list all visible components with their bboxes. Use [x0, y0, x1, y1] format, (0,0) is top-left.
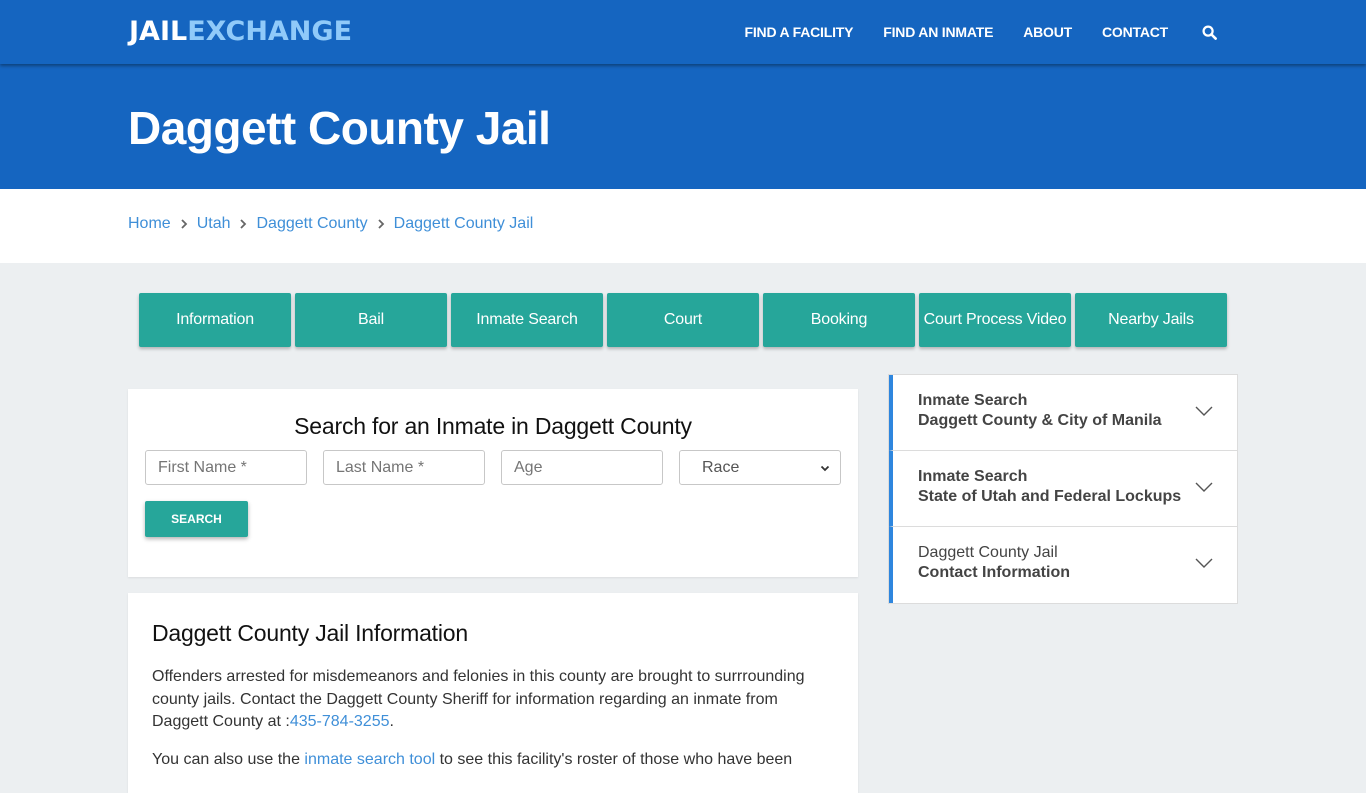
accordion-item-title: Daggett County Jail: [918, 544, 1058, 561]
tab-nearby-jails[interactable]: Nearby Jails: [1075, 293, 1227, 347]
info-paragraph-2: You can also use the inmate search tool …: [152, 749, 822, 772]
page-title: Daggett County Jail: [128, 102, 551, 154]
nav-find-facility[interactable]: FIND A FACILITY: [745, 24, 854, 40]
last-name-input[interactable]: [323, 450, 485, 485]
inmate-search-tool-link[interactable]: inmate search tool: [304, 751, 435, 768]
breadcrumb-jail[interactable]: Daggett County Jail: [394, 215, 534, 233]
info-text: Offenders arrested for misdemeanors and …: [152, 668, 805, 730]
first-name-input[interactable]: [145, 450, 307, 485]
main-nav: FIND A FACILITY FIND AN INMATE ABOUT CON…: [715, 0, 1218, 64]
chevron-down-icon: [1195, 406, 1213, 416]
accordion-item-subtitle: Contact Information: [918, 564, 1070, 581]
page-hero: Daggett County Jail: [0, 64, 1366, 189]
info-text: You can also use the: [152, 751, 305, 768]
phone-link[interactable]: 435-784-3255: [290, 713, 390, 730]
breadcrumb-utah[interactable]: Utah: [197, 215, 231, 233]
chevron-right-icon: [180, 218, 188, 230]
accordion-item-title: Inmate Search: [918, 468, 1028, 485]
nav-contact[interactable]: CONTACT: [1102, 24, 1168, 40]
breadcrumb: Home Utah Daggett County Daggett County …: [128, 215, 533, 233]
tab-court-process-video[interactable]: Court Process Video: [919, 293, 1071, 347]
site-logo[interactable]: JAILEXCHANGE: [129, 16, 352, 48]
top-navbar: JAILEXCHANGE FIND A FACILITY FIND AN INM…: [0, 0, 1366, 64]
accordion-item-contact-information[interactable]: Daggett County Jail Contact Information: [889, 527, 1237, 603]
search-icon[interactable]: [1200, 23, 1218, 41]
chevron-right-icon: [377, 218, 385, 230]
tab-bail[interactable]: Bail: [295, 293, 447, 347]
breadcrumb-county[interactable]: Daggett County: [256, 215, 367, 233]
jail-info-card: Daggett County Jail Information Offender…: [128, 593, 858, 793]
section-tabs: Information Bail Inmate Search Court Boo…: [139, 293, 1231, 347]
chevron-right-icon: [239, 218, 247, 230]
chevron-down-icon: [1195, 558, 1213, 568]
logo-jail: JAIL: [129, 16, 188, 47]
race-select-value: Race: [702, 458, 740, 476]
age-input[interactable]: [501, 450, 663, 485]
info-title: Daggett County Jail Information: [152, 620, 468, 646]
info-text-end: to see this facility's roster of those w…: [435, 751, 793, 768]
info-text-end: .: [389, 713, 394, 730]
logo-exchange: EXCHANGE: [187, 16, 353, 47]
search-button[interactable]: SEARCH: [145, 501, 248, 537]
chevron-down-icon: [1195, 482, 1213, 492]
accordion-item-title: Inmate Search: [918, 392, 1028, 409]
inmate-search-card: Search for an Inmate in Daggett County R…: [128, 389, 858, 577]
breadcrumb-home[interactable]: Home: [128, 215, 171, 233]
tab-inmate-search[interactable]: Inmate Search: [451, 293, 603, 347]
tab-court[interactable]: Court: [607, 293, 759, 347]
chevron-down-icon: [820, 459, 830, 477]
tab-booking[interactable]: Booking: [763, 293, 915, 347]
search-card-title: Search for an Inmate in Daggett County: [294, 413, 692, 439]
accordion-item-state-inmate-search[interactable]: Inmate Search State of Utah and Federal …: [889, 451, 1237, 527]
race-select[interactable]: Race: [679, 450, 841, 485]
breadcrumb-bar: Home Utah Daggett County Daggett County …: [0, 189, 1366, 263]
accordion-item-subtitle: State of Utah and Federal Lockups: [918, 488, 1182, 505]
accordion-item-county-inmate-search[interactable]: Inmate Search Daggett County & City of M…: [889, 375, 1237, 451]
nav-find-inmate[interactable]: FIND AN INMATE: [883, 24, 993, 40]
nav-about[interactable]: ABOUT: [1023, 24, 1072, 40]
accordion-item-subtitle: Daggett County & City of Manila: [918, 412, 1162, 429]
sidebar-accordion: Inmate Search Daggett County & City of M…: [888, 374, 1238, 604]
info-paragraph-1: Offenders arrested for misdemeanors and …: [152, 666, 822, 734]
tab-information[interactable]: Information: [139, 293, 291, 347]
